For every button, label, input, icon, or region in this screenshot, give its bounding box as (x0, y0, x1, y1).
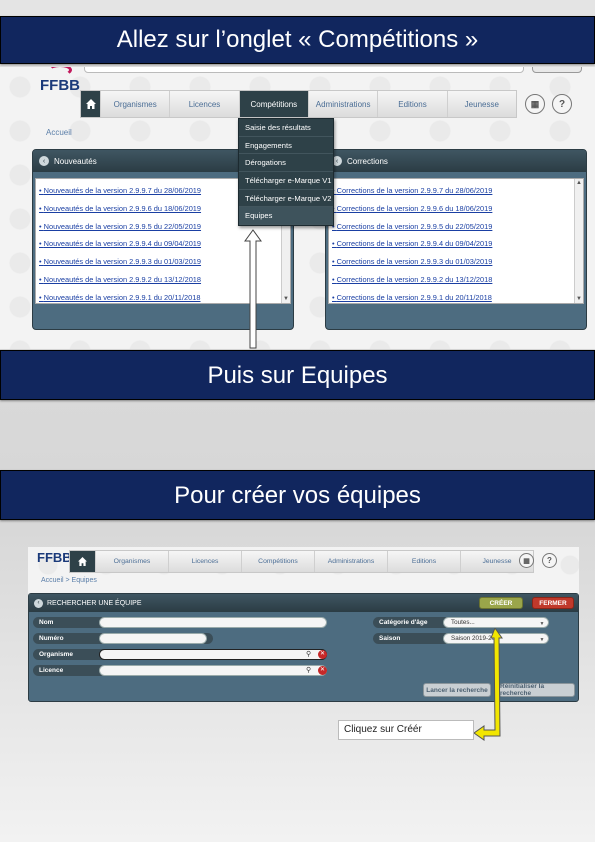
competitions-dropdown-menu: Saisie des résultats Engagements Dérogat… (238, 118, 334, 227)
tab-licences[interactable]: Licences (168, 551, 241, 572)
corrections-list-box: Corrections de la version 2.9.9.7 du 28/… (328, 178, 584, 304)
tab-organismes[interactable]: Organismes (95, 551, 168, 572)
scroll-down-icon[interactable]: ▼ (282, 296, 290, 302)
corrections-link[interactable]: Corrections de la version 2.9.9.3 du 01/… (332, 253, 580, 271)
tab-administrations[interactable]: Administrations (314, 551, 387, 572)
scroll-up-icon[interactable]: ▲ (575, 180, 583, 186)
categorie-value: Toutes... (451, 619, 475, 626)
corrections-scrollbar[interactable]: ▲ ▼ (574, 179, 583, 303)
instruction-banner-middle: Puis sur Equipes (0, 350, 595, 400)
menu-item-emarque-v1[interactable]: Télécharger e-Marque V1 (239, 172, 333, 190)
tab-jeunesse[interactable]: Jeunesse (446, 91, 516, 117)
corrections-link[interactable]: Corrections de la version 2.9.9.6 du 18/… (332, 200, 580, 218)
home-button[interactable] (70, 551, 95, 572)
grid-icon: ▦ (530, 98, 540, 109)
corrections-link[interactable]: Corrections de la version 2.9.9.1 du 20/… (332, 289, 580, 307)
create-button[interactable]: CRÉER (479, 597, 523, 609)
corrections-link[interactable]: Corrections de la version 2.9.9.2 du 13/… (332, 271, 580, 289)
dropdown-caret-icon: ▼ (539, 621, 545, 627)
clear-x-icon[interactable]: ✕ (318, 650, 327, 659)
numero-input[interactable] (99, 633, 207, 644)
close-button[interactable]: FERMER (532, 597, 574, 609)
tab-editions[interactable]: Editions (387, 551, 460, 572)
tab-competitions[interactable]: Compétitions (238, 91, 308, 117)
corrections-link[interactable]: Corrections de la version 2.9.9.4 du 09/… (332, 235, 580, 253)
menu-item-emarque-v2[interactable]: Télécharger e-Marque V2 (239, 190, 333, 208)
news-panel-title: Nouveautés (54, 156, 97, 166)
breadcrumb[interactable]: Accueil > Equipes (41, 577, 97, 584)
callout-create-hint: Cliquez sur Créér (338, 720, 474, 740)
grid-icon: ▦ (523, 557, 530, 565)
yellow-arrow-icon (473, 628, 503, 741)
nom-input[interactable] (99, 617, 327, 628)
home-icon (85, 99, 96, 109)
corrections-panel: ‹ Corrections Corrections de la version … (325, 149, 587, 330)
search-icon[interactable]: ⚲ (306, 666, 311, 674)
corrections-link[interactable]: Corrections de la version 2.9.9.5 du 22/… (332, 218, 580, 236)
tab-licences[interactable]: Licences (169, 91, 238, 117)
menu-item-derogations[interactable]: Dérogations (239, 154, 333, 173)
organisme-input[interactable] (99, 649, 327, 660)
clear-x-icon[interactable]: ✕ (318, 666, 327, 675)
home-button[interactable] (81, 91, 100, 117)
scroll-down-icon[interactable]: ▼ (575, 296, 583, 302)
menu-item-saisie-resultats[interactable]: Saisie des résultats (239, 119, 333, 137)
home-icon (78, 557, 87, 566)
settings-round-button[interactable]: ▦ (525, 94, 545, 114)
logo-swoosh-icon (48, 67, 72, 76)
menu-item-engagements[interactable]: Engagements (239, 137, 333, 155)
arrow-up-icon (244, 229, 262, 349)
settings-round-button[interactable]: ▦ (519, 553, 534, 568)
tab-administrations[interactable]: Administrations (307, 91, 377, 117)
top-search-input[interactable] (84, 67, 524, 73)
ffbb-logo: FFBB (37, 550, 72, 565)
search-panel-title: RECHERCHER UNE ÉQUIPE (47, 599, 142, 607)
tab-organismes[interactable]: Organismes (100, 91, 169, 117)
menu-item-equipes[interactable]: Equipes (239, 207, 333, 226)
screenshot-competitions-menu: FFBB Organismes Licences Compétitions Ad… (0, 67, 595, 349)
corrections-link[interactable]: Corrections de la version 2.9.9.7 du 28/… (332, 182, 580, 200)
breadcrumb[interactable]: Accueil (46, 128, 72, 137)
help-button[interactable]: ? (542, 553, 557, 568)
help-button[interactable]: ? (552, 94, 572, 114)
main-nav: Organismes Licences Compétitions Adminis… (69, 550, 534, 573)
search-icon[interactable]: ⚲ (306, 650, 311, 658)
top-button[interactable] (532, 67, 582, 73)
circle-arrow-icon: ‹ (39, 156, 49, 166)
instruction-banner-top: Allez sur l’onglet « Compétitions » (0, 16, 595, 64)
circle-arrow-icon: ‹ (34, 598, 43, 608)
ffbb-logo: FFBB (40, 67, 80, 94)
instruction-banner-lower: Pour créer vos équipes (0, 470, 595, 520)
licence-input[interactable] (99, 665, 327, 676)
main-nav: Organismes Licences Compétitions Adminis… (80, 90, 517, 118)
tab-competitions[interactable]: Compétitions (241, 551, 314, 572)
corrections-panel-header: ‹ Corrections (326, 150, 586, 172)
tab-editions[interactable]: Editions (377, 91, 446, 117)
dropdown-caret-icon: ▼ (539, 637, 545, 643)
categorie-select[interactable]: Toutes... ▼ (443, 617, 549, 628)
corrections-panel-title: Corrections (347, 156, 388, 166)
